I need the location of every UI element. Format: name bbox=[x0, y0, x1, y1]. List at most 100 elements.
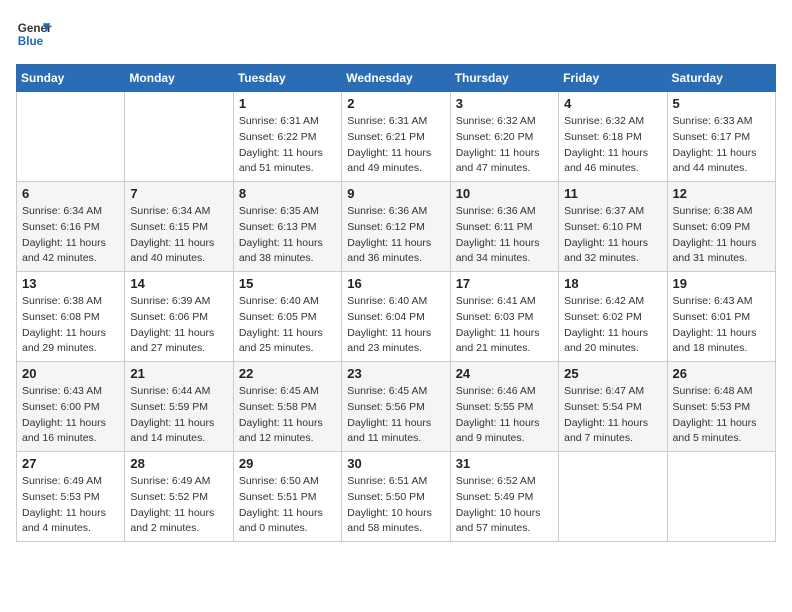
page-header: General Blue bbox=[16, 16, 776, 52]
day-detail: Sunrise: 6:31 AMSunset: 6:22 PMDaylight:… bbox=[239, 114, 336, 177]
day-detail: Sunrise: 6:34 AMSunset: 6:16 PMDaylight:… bbox=[22, 204, 119, 267]
calendar-cell: 20 Sunrise: 6:43 AMSunset: 6:00 PMDayligh… bbox=[17, 362, 125, 452]
day-number: 5 bbox=[673, 96, 770, 111]
day-number: 20 bbox=[22, 366, 119, 381]
day-number: 22 bbox=[239, 366, 336, 381]
calendar-cell: 8 Sunrise: 6:35 AMSunset: 6:13 PMDaylight… bbox=[233, 182, 341, 272]
calendar-cell: 7 Sunrise: 6:34 AMSunset: 6:15 PMDaylight… bbox=[125, 182, 233, 272]
svg-text:Blue: Blue bbox=[18, 35, 44, 48]
day-detail: Sunrise: 6:42 AMSunset: 6:02 PMDaylight:… bbox=[564, 294, 661, 357]
day-detail: Sunrise: 6:49 AMSunset: 5:53 PMDaylight:… bbox=[22, 474, 119, 537]
day-detail: Sunrise: 6:51 AMSunset: 5:50 PMDaylight:… bbox=[347, 474, 444, 537]
day-number: 6 bbox=[22, 186, 119, 201]
day-number: 26 bbox=[673, 366, 770, 381]
weekday-header: Wednesday bbox=[342, 65, 450, 92]
day-number: 27 bbox=[22, 456, 119, 471]
calendar-cell: 10Sunrise: 6:36 AMSunset: 6:11 PMDayligh… bbox=[450, 182, 558, 272]
day-number: 18 bbox=[564, 276, 661, 291]
day-detail: Sunrise: 6:47 AMSunset: 5:54 PMDaylight:… bbox=[564, 384, 661, 447]
day-number: 8 bbox=[239, 186, 336, 201]
calendar-cell bbox=[17, 92, 125, 182]
day-number: 2 bbox=[347, 96, 444, 111]
calendar-cell: 16 Sunrise: 6:40 AMSunset: 6:04 PMDayligh… bbox=[342, 272, 450, 362]
day-number: 23 bbox=[347, 366, 444, 381]
calendar-cell: 29 Sunrise: 6:50 AMSunset: 5:51 PMDayligh… bbox=[233, 452, 341, 542]
day-number: 17 bbox=[456, 276, 553, 291]
calendar-cell: 15 Sunrise: 6:40 AMSunset: 6:05 PMDayligh… bbox=[233, 272, 341, 362]
calendar-cell: 23 Sunrise: 6:45 AMSunset: 5:56 PMDayligh… bbox=[342, 362, 450, 452]
calendar-cell bbox=[667, 452, 775, 542]
calendar-cell: 31 Sunrise: 6:52 AMSunset: 5:49 PMDayligh… bbox=[450, 452, 558, 542]
day-detail: Sunrise: 6:37 AMSunset: 6:10 PMDaylight:… bbox=[564, 204, 661, 267]
calendar-week-row: 6 Sunrise: 6:34 AMSunset: 6:16 PMDaylight… bbox=[17, 182, 776, 272]
day-number: 7 bbox=[130, 186, 227, 201]
day-detail: Sunrise: 6:38 AMSunset: 6:08 PMDaylight:… bbox=[22, 294, 119, 357]
day-detail: Sunrise: 6:39 AMSunset: 6:06 PMDaylight:… bbox=[130, 294, 227, 357]
day-number: 3 bbox=[456, 96, 553, 111]
calendar-cell: 25 Sunrise: 6:47 AMSunset: 5:54 PMDayligh… bbox=[559, 362, 667, 452]
day-number: 16 bbox=[347, 276, 444, 291]
day-detail: Sunrise: 6:43 AMSunset: 6:00 PMDaylight:… bbox=[22, 384, 119, 447]
day-detail: Sunrise: 6:44 AMSunset: 5:59 PMDaylight:… bbox=[130, 384, 227, 447]
day-number: 28 bbox=[130, 456, 227, 471]
day-detail: Sunrise: 6:46 AMSunset: 5:55 PMDaylight:… bbox=[456, 384, 553, 447]
day-number: 14 bbox=[130, 276, 227, 291]
weekday-header: Friday bbox=[559, 65, 667, 92]
calendar-cell: 24 Sunrise: 6:46 AMSunset: 5:55 PMDayligh… bbox=[450, 362, 558, 452]
calendar-cell: 4 Sunrise: 6:32 AMSunset: 6:18 PMDaylight… bbox=[559, 92, 667, 182]
calendar-week-row: 1Sunrise: 6:31 AMSunset: 6:22 PMDaylight… bbox=[17, 92, 776, 182]
day-number: 9 bbox=[347, 186, 444, 201]
calendar-cell bbox=[125, 92, 233, 182]
day-detail: Sunrise: 6:35 AMSunset: 6:13 PMDaylight:… bbox=[239, 204, 336, 267]
day-detail: Sunrise: 6:40 AMSunset: 6:04 PMDaylight:… bbox=[347, 294, 444, 357]
calendar-cell: 6 Sunrise: 6:34 AMSunset: 6:16 PMDaylight… bbox=[17, 182, 125, 272]
day-number: 21 bbox=[130, 366, 227, 381]
day-detail: Sunrise: 6:50 AMSunset: 5:51 PMDaylight:… bbox=[239, 474, 336, 537]
calendar-cell: 18 Sunrise: 6:42 AMSunset: 6:02 PMDayligh… bbox=[559, 272, 667, 362]
day-number: 24 bbox=[456, 366, 553, 381]
day-number: 4 bbox=[564, 96, 661, 111]
day-number: 19 bbox=[673, 276, 770, 291]
logo-icon: General Blue bbox=[16, 16, 52, 52]
weekday-header: Tuesday bbox=[233, 65, 341, 92]
day-detail: Sunrise: 6:43 AMSunset: 6:01 PMDaylight:… bbox=[673, 294, 770, 357]
day-detail: Sunrise: 6:34 AMSunset: 6:15 PMDaylight:… bbox=[130, 204, 227, 267]
calendar-cell: 22 Sunrise: 6:45 AMSunset: 5:58 PMDayligh… bbox=[233, 362, 341, 452]
calendar-header-row: SundayMondayTuesdayWednesdayThursdayFrid… bbox=[17, 65, 776, 92]
calendar-cell: 1Sunrise: 6:31 AMSunset: 6:22 PMDaylight… bbox=[233, 92, 341, 182]
calendar-cell: 30Sunrise: 6:51 AMSunset: 5:50 PMDayligh… bbox=[342, 452, 450, 542]
calendar-cell: 2 Sunrise: 6:31 AMSunset: 6:21 PMDaylight… bbox=[342, 92, 450, 182]
day-number: 12 bbox=[673, 186, 770, 201]
calendar-table: SundayMondayTuesdayWednesdayThursdayFrid… bbox=[16, 64, 776, 542]
calendar-cell: 13 Sunrise: 6:38 AMSunset: 6:08 PMDayligh… bbox=[17, 272, 125, 362]
calendar-cell: 9Sunrise: 6:36 AMSunset: 6:12 PMDaylight… bbox=[342, 182, 450, 272]
day-number: 29 bbox=[239, 456, 336, 471]
calendar-cell: 12 Sunrise: 6:38 AMSunset: 6:09 PMDayligh… bbox=[667, 182, 775, 272]
calendar-week-row: 27 Sunrise: 6:49 AMSunset: 5:53 PMDayligh… bbox=[17, 452, 776, 542]
weekday-header: Sunday bbox=[17, 65, 125, 92]
calendar-cell: 27 Sunrise: 6:49 AMSunset: 5:53 PMDayligh… bbox=[17, 452, 125, 542]
day-detail: Sunrise: 6:36 AMSunset: 6:11 PMDaylight:… bbox=[456, 204, 553, 267]
calendar-week-row: 13 Sunrise: 6:38 AMSunset: 6:08 PMDayligh… bbox=[17, 272, 776, 362]
day-detail: Sunrise: 6:32 AMSunset: 6:20 PMDaylight:… bbox=[456, 114, 553, 177]
day-detail: Sunrise: 6:38 AMSunset: 6:09 PMDaylight:… bbox=[673, 204, 770, 267]
day-detail: Sunrise: 6:45 AMSunset: 5:56 PMDaylight:… bbox=[347, 384, 444, 447]
calendar-cell: 28 Sunrise: 6:49 AMSunset: 5:52 PMDayligh… bbox=[125, 452, 233, 542]
calendar-body: 1Sunrise: 6:31 AMSunset: 6:22 PMDaylight… bbox=[17, 92, 776, 542]
day-number: 25 bbox=[564, 366, 661, 381]
day-detail: Sunrise: 6:40 AMSunset: 6:05 PMDaylight:… bbox=[239, 294, 336, 357]
day-detail: Sunrise: 6:52 AMSunset: 5:49 PMDaylight:… bbox=[456, 474, 553, 537]
calendar-cell: 19 Sunrise: 6:43 AMSunset: 6:01 PMDayligh… bbox=[667, 272, 775, 362]
calendar-week-row: 20 Sunrise: 6:43 AMSunset: 6:00 PMDayligh… bbox=[17, 362, 776, 452]
calendar-cell: 3 Sunrise: 6:32 AMSunset: 6:20 PMDaylight… bbox=[450, 92, 558, 182]
day-detail: Sunrise: 6:32 AMSunset: 6:18 PMDaylight:… bbox=[564, 114, 661, 177]
day-number: 31 bbox=[456, 456, 553, 471]
day-detail: Sunrise: 6:49 AMSunset: 5:52 PMDaylight:… bbox=[130, 474, 227, 537]
day-detail: Sunrise: 6:31 AMSunset: 6:21 PMDaylight:… bbox=[347, 114, 444, 177]
calendar-cell: 26Sunrise: 6:48 AMSunset: 5:53 PMDayligh… bbox=[667, 362, 775, 452]
day-number: 15 bbox=[239, 276, 336, 291]
day-number: 13 bbox=[22, 276, 119, 291]
day-detail: Sunrise: 6:45 AMSunset: 5:58 PMDaylight:… bbox=[239, 384, 336, 447]
weekday-header: Thursday bbox=[450, 65, 558, 92]
calendar-cell bbox=[559, 452, 667, 542]
